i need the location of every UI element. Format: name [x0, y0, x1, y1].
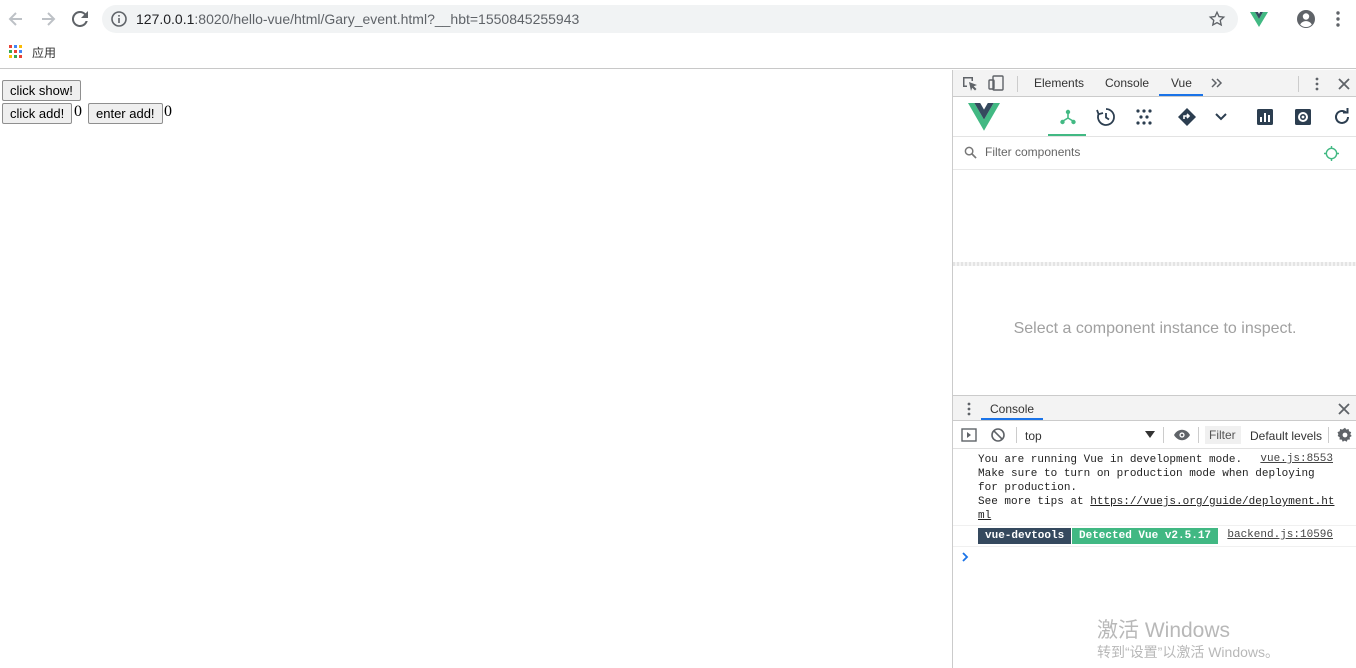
settings-gear-icon[interactable]: [1294, 108, 1312, 126]
active-tab-indicator: [1159, 94, 1203, 96]
drawer-menu-icon[interactable]: [961, 401, 977, 417]
inspect-hint: Select a component instance to inspect.: [1013, 320, 1297, 337]
devtools-panel: Elements Console Vue Filter components S…: [952, 70, 1356, 668]
select-component-target-icon[interactable]: [1324, 146, 1339, 161]
url-host: 127.0.0.1: [136, 11, 195, 27]
log-line: Make sure to turn on production mode whe…: [978, 468, 1315, 480]
reload-icon: [72, 11, 88, 27]
caret-down-icon[interactable]: [1145, 431, 1155, 439]
vue-logo-icon: [968, 103, 1000, 131]
device-toolbar-icon[interactable]: [988, 75, 1004, 91]
log-text: See more tips at: [978, 496, 1091, 508]
tab-separator: [1017, 76, 1018, 92]
tab-elements[interactable]: Elements: [1034, 76, 1084, 90]
chrome-menu-icon[interactable]: [1328, 9, 1348, 29]
pane-splitter[interactable]: [953, 262, 1356, 266]
devtools-menu-icon[interactable]: [1309, 76, 1325, 92]
context-selector[interactable]: top: [1025, 429, 1042, 443]
log-divider: [953, 546, 1356, 547]
deployment-docs-link-cont[interactable]: ml: [978, 509, 991, 523]
close-drawer-icon[interactable]: [1336, 401, 1352, 417]
console-drawer-header: Console: [953, 395, 1356, 421]
arrow-right-icon: [42, 12, 56, 26]
browser-toolbar: 127.0.0.1:8020/hello-vue/html/Gary_event…: [0, 0, 1356, 38]
tab-vue[interactable]: Vue: [1171, 76, 1192, 90]
forward-button[interactable]: [36, 7, 60, 31]
reload-button[interactable]: [68, 7, 92, 31]
vue-devtools-extension-icon[interactable]: [1249, 9, 1269, 29]
console-settings-icon[interactable]: [1337, 427, 1353, 443]
close-devtools-icon[interactable]: [1336, 76, 1352, 92]
apps-grid-icon[interactable]: [9, 45, 23, 59]
deployment-docs-link[interactable]: https://vuejs.org/guide/deployment.ht: [1090, 496, 1334, 508]
timeline-history-icon[interactable]: [1096, 107, 1116, 127]
vue-devtools-badge: vue-devtools: [978, 528, 1072, 544]
account-icon[interactable]: [1296, 9, 1316, 29]
url-text[interactable]: 127.0.0.1:8020/hello-vue/html/Gary_event…: [136, 11, 579, 27]
console-toolbar: top Filter Default levels: [953, 421, 1356, 449]
console-prompt-icon[interactable]: [962, 552, 970, 562]
detected-vue-badge: Detected Vue v2.5.17: [1072, 528, 1219, 544]
component-tree: [953, 170, 1356, 262]
toolbar-separator: [1198, 427, 1199, 443]
log-level-selector[interactable]: Default levels: [1250, 429, 1322, 443]
inspect-element-icon[interactable]: [962, 76, 978, 92]
arrow-left-icon: [8, 12, 22, 26]
back-button[interactable]: [4, 7, 28, 31]
url-path: :8020/hello-vue/html/Gary_event.html?__h…: [194, 11, 580, 27]
click-add-button[interactable]: click add!: [2, 103, 73, 124]
click-show-button[interactable]: click show!: [2, 80, 81, 101]
log-source-link[interactable]: vue.js:8553: [1260, 453, 1333, 465]
console-filter-input[interactable]: Filter: [1205, 426, 1241, 444]
devtools-tabbar: Elements Console Vue: [953, 70, 1356, 97]
page-viewport: click show! click add! 0 enter add! 0: [0, 70, 952, 668]
show-sidebar-icon[interactable]: [961, 427, 977, 443]
log-source-link[interactable]: backend.js:10596: [1227, 529, 1333, 541]
tab-console[interactable]: Console: [1105, 76, 1149, 90]
log-line: See more tips at https://vuejs.org/guide…: [978, 495, 1334, 509]
refresh-icon[interactable]: [1333, 108, 1351, 126]
chevron-down-icon[interactable]: [1214, 110, 1228, 124]
windows-activation-subtitle: 转到“设置”以激活 Windows。: [1097, 644, 1280, 660]
filter-components-input[interactable]: Filter components: [985, 145, 1080, 159]
vue-active-tab-indicator: [1048, 134, 1086, 136]
star-icon[interactable]: [1208, 10, 1226, 28]
log-divider: [953, 525, 1356, 526]
search-icon: [964, 146, 977, 159]
log-line: You are running Vue in development mode.: [978, 454, 1243, 466]
windows-activation-title: 激活 Windows: [1097, 619, 1231, 642]
tab-separator: [1298, 76, 1299, 92]
enter-counter: 0: [164, 103, 172, 120]
more-tabs-icon[interactable]: [1209, 75, 1225, 91]
clear-console-icon[interactable]: [990, 427, 1006, 443]
add-counter: 0: [74, 103, 82, 120]
toolbar-separator: [1328, 427, 1329, 443]
toolbar-separator: [1016, 427, 1017, 443]
drawer-tab-console[interactable]: Console: [990, 402, 1034, 416]
vue-devtools-toolbar: [953, 97, 1356, 137]
address-bar[interactable]: 127.0.0.1:8020/hello-vue/html/Gary_event…: [102, 5, 1238, 33]
bookmarks-bar: 应用: [0, 38, 1356, 69]
toolbar-separator: [1163, 427, 1164, 443]
component-filter-bar: Filter components: [953, 137, 1356, 170]
vuex-store-icon[interactable]: [1135, 108, 1153, 126]
log-line: for production.: [978, 482, 1078, 494]
components-tab-icon[interactable]: [1059, 108, 1077, 126]
router-icon[interactable]: [1177, 107, 1197, 127]
drawer-active-indicator: [981, 418, 1043, 420]
performance-chart-icon[interactable]: [1256, 108, 1274, 126]
live-expression-eye-icon[interactable]: [1173, 427, 1191, 443]
enter-add-button[interactable]: enter add!: [88, 103, 163, 124]
info-icon[interactable]: [110, 10, 128, 28]
apps-bookmark[interactable]: 应用: [32, 44, 56, 61]
